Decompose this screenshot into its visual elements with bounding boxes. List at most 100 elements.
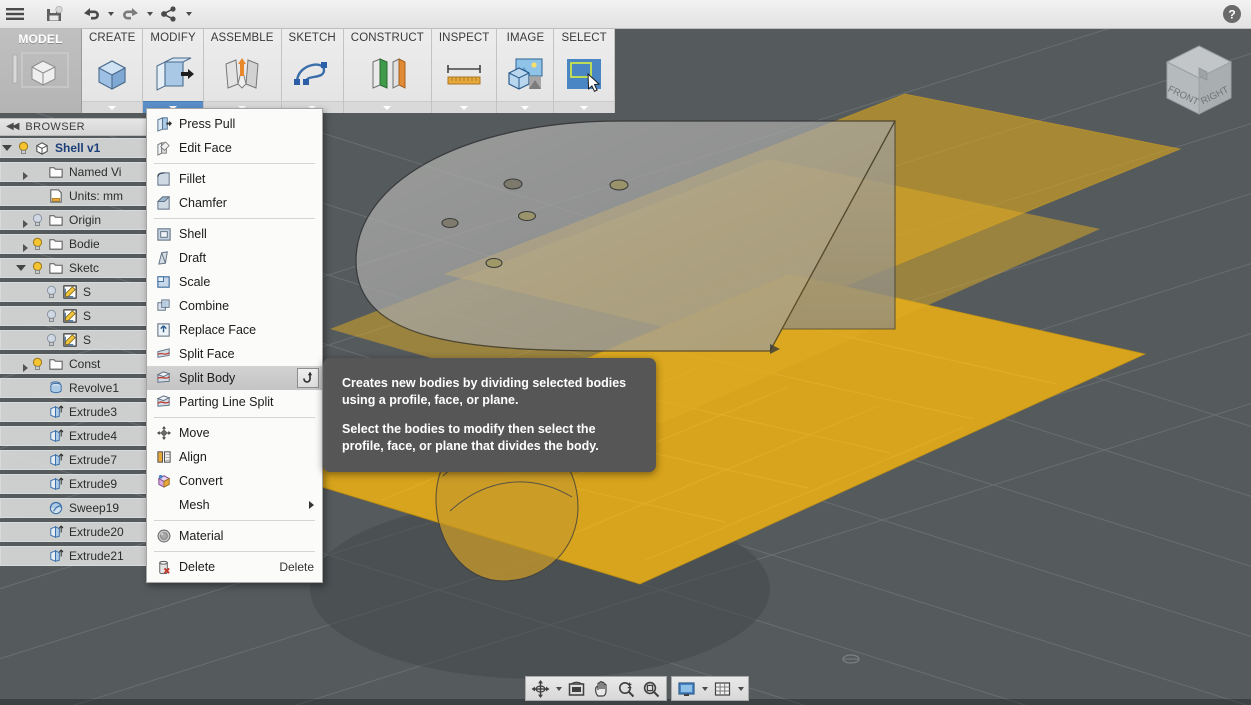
tree-item-s[interactable]: S xyxy=(0,280,150,304)
zoom-window-icon[interactable] xyxy=(639,678,664,699)
tree-item-extrude4[interactable]: Extrude4 xyxy=(0,424,150,448)
menu-item-parting-line-split[interactable]: Parting Line Split xyxy=(147,390,322,414)
menu-item-draft[interactable]: Draft xyxy=(147,246,322,270)
tree-item-extrude20[interactable]: Extrude20 xyxy=(0,520,150,544)
menu-item-shell[interactable]: Shell xyxy=(147,222,322,246)
tree-item-s[interactable]: S xyxy=(0,328,150,352)
panel-construct-label: CONSTRUCT xyxy=(350,32,424,44)
menu-item-split-face[interactable]: Split Face xyxy=(147,342,322,366)
display-dropdown-arrow[interactable] xyxy=(699,678,710,699)
share-dropdown-arrow[interactable] xyxy=(184,1,193,27)
tree-item-bodie[interactable]: Bodie xyxy=(0,232,150,256)
menu-item-combine[interactable]: Combine xyxy=(147,294,322,318)
panel-inspect-dropdown[interactable] xyxy=(431,101,497,113)
visibility-bulb-icon[interactable] xyxy=(44,285,58,300)
modify-press-pull-icon[interactable] xyxy=(145,44,201,101)
tree-item-origin[interactable]: Origin xyxy=(0,208,150,232)
orbit-icon[interactable] xyxy=(528,678,553,699)
visibility-bulb-icon[interactable] xyxy=(44,333,58,348)
tree-item-extrude9[interactable]: Extrude9 xyxy=(0,472,150,496)
menu-item-label: Split Face xyxy=(179,347,235,361)
tree-expander-open-icon[interactable] xyxy=(0,145,13,151)
inspect-measure-icon[interactable] xyxy=(436,44,492,101)
pan-hand-icon[interactable] xyxy=(589,678,614,699)
tree-expander-closed-icon[interactable] xyxy=(14,240,28,252)
browser-header[interactable]: ◀◀ BROWSER xyxy=(0,118,150,136)
image-canvas-icon[interactable] xyxy=(497,44,553,101)
menu-item-mesh[interactable]: Mesh xyxy=(147,493,322,517)
create-box-icon[interactable] xyxy=(85,44,139,101)
tree-item-units-mm[interactable]: Units: mm xyxy=(0,184,150,208)
tree-item-label: Origin xyxy=(69,213,102,227)
tree-item-sweep19[interactable]: Sweep19 xyxy=(0,496,150,520)
menu-item-convert[interactable]: Convert xyxy=(147,469,322,493)
fit-view-icon[interactable] xyxy=(564,678,589,699)
tree-item-extrude3[interactable]: Extrude3 xyxy=(0,400,150,424)
undo-icon[interactable] xyxy=(76,1,106,27)
tree-expander-open-icon[interactable] xyxy=(14,265,27,271)
visibility-bulb-icon[interactable] xyxy=(30,213,44,228)
redo-icon[interactable] xyxy=(115,1,145,27)
panel-construct-dropdown[interactable] xyxy=(343,101,431,113)
menu-item-delete[interactable]: Delete Delete xyxy=(147,555,322,579)
collapse-left-icon[interactable]: ◀◀ xyxy=(6,122,19,132)
menu-item-align[interactable]: Align xyxy=(147,445,322,469)
display-settings-icon[interactable] xyxy=(674,678,699,699)
menu-item-fillet[interactable]: Fillet xyxy=(147,167,322,191)
tree-expander-closed-icon[interactable] xyxy=(14,360,28,372)
menu-item-chamfer[interactable]: Chamfer xyxy=(147,191,322,215)
menu-item-edit-face[interactable]: Edit Face xyxy=(147,136,322,160)
menu-item-press-pull[interactable]: Press Pull xyxy=(147,112,322,136)
submenu-arrow-icon xyxy=(309,501,314,509)
tree-item-extrude7[interactable]: Extrude7 xyxy=(0,448,150,472)
tree-expander-closed-icon[interactable] xyxy=(14,216,28,228)
menu-item-split-body[interactable]: Split Body xyxy=(147,366,322,390)
sketch-spline-icon[interactable] xyxy=(284,44,340,101)
panel-create-dropdown[interactable] xyxy=(82,101,143,113)
tree-item-named-vi[interactable]: Named Vi xyxy=(0,160,150,184)
hamburger-menu-icon[interactable] xyxy=(0,1,30,27)
share-icon[interactable] xyxy=(154,1,184,27)
zoom-icon[interactable] xyxy=(614,678,639,699)
save-icon[interactable] xyxy=(40,1,70,27)
tree-bulb-spacer xyxy=(30,501,44,516)
visibility-bulb-icon[interactable] xyxy=(30,357,44,372)
select-window-icon[interactable] xyxy=(556,44,612,101)
tree-item-label: Const xyxy=(69,357,101,371)
tree-item-extrude21[interactable]: Extrude21 xyxy=(0,544,150,568)
panel-select-dropdown[interactable] xyxy=(554,101,614,113)
tree-item-const[interactable]: Const xyxy=(0,352,150,376)
tree-item-shell-v1[interactable]: Shell v1 xyxy=(0,136,150,160)
delete-icon xyxy=(155,559,172,576)
menu-item-scale[interactable]: Scale xyxy=(147,270,322,294)
modify-dropdown-menu: Press Pull Edit Face Fillet Chamfer Shell Dra… xyxy=(146,108,323,583)
menu-item-replace-face[interactable]: Replace Face xyxy=(147,318,322,342)
help-icon[interactable]: ? xyxy=(1221,3,1243,25)
redo-dropdown-arrow[interactable] xyxy=(145,1,154,27)
view-cube[interactable]: FRONT RIGHT xyxy=(1153,32,1245,132)
assemble-joint-icon[interactable] xyxy=(214,44,270,101)
tab-model[interactable]: MODEL xyxy=(0,29,82,113)
menu-item-label: Align xyxy=(179,450,207,464)
ribbon-panels: CREATE MODIFY ASSEMBLE SKETCH CONSTRUCT … xyxy=(82,29,615,113)
menu-item-shortcut: Delete xyxy=(279,560,314,574)
visibility-bulb-icon[interactable] xyxy=(44,309,58,324)
grid-snap-icon[interactable] xyxy=(710,678,735,699)
visibility-bulb-icon[interactable] xyxy=(16,141,30,156)
panel-image-dropdown[interactable] xyxy=(497,101,554,113)
orbit-dropdown-arrow[interactable] xyxy=(553,678,564,699)
grid-dropdown-arrow[interactable] xyxy=(735,678,746,699)
construct-plane-icon[interactable] xyxy=(359,44,415,101)
tree-item-s[interactable]: S xyxy=(0,304,150,328)
visibility-bulb-icon[interactable] xyxy=(30,237,44,252)
undo-dropdown-arrow[interactable] xyxy=(106,1,115,27)
menu-item-move[interactable]: Move xyxy=(147,421,322,445)
menu-item-material[interactable]: Material xyxy=(147,524,322,548)
visibility-bulb-icon[interactable] xyxy=(30,261,44,276)
folder-icon xyxy=(47,213,64,228)
tree-item-sketc[interactable]: Sketc xyxy=(0,256,150,280)
sketch-pencil-icon xyxy=(61,333,78,348)
tree-expander-closed-icon[interactable] xyxy=(14,168,28,180)
tree-item-revolve1[interactable]: Revolve1 xyxy=(0,376,150,400)
tree-item-label: Sweep19 xyxy=(69,501,120,515)
